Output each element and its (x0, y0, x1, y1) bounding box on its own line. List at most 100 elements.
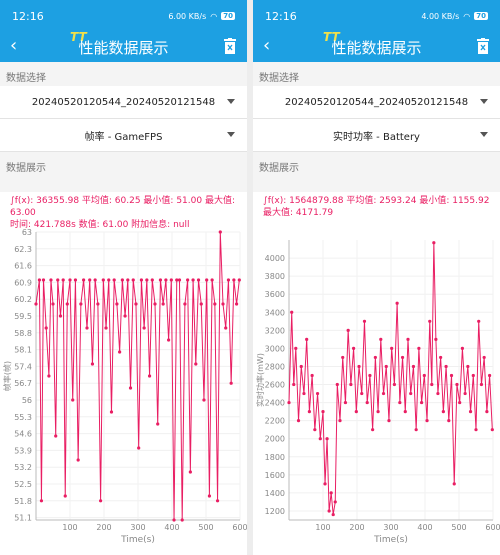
data-point (104, 326, 108, 330)
data-point (352, 346, 356, 350)
y-tick-label: 51.1 (14, 514, 32, 523)
y-tick-label: 55.3 (14, 413, 32, 422)
data-point (186, 278, 190, 282)
data-point (194, 362, 198, 366)
data-point (167, 338, 171, 342)
y-tick-label: 3000 (265, 344, 285, 353)
data-point (229, 381, 233, 385)
file-select-value: 20240520120544_20240520121548 (31, 96, 216, 108)
y-tick-label: 57.4 (14, 362, 32, 371)
data-point (343, 400, 348, 405)
data-point (318, 437, 322, 441)
data-point (85, 326, 89, 330)
y-tick-label: 3200 (265, 326, 285, 335)
y-tick-label: 56.7 (14, 379, 32, 388)
data-point (455, 382, 459, 387)
data-point (365, 400, 369, 405)
metric-select[interactable]: 帧率 - GameFPS (0, 119, 247, 152)
data-point (403, 410, 407, 414)
data-point (183, 302, 187, 306)
data-point (34, 302, 38, 306)
data-point (381, 391, 386, 396)
data-point (444, 364, 448, 369)
battery-icon: 70 (221, 12, 235, 20)
data-point (452, 482, 456, 486)
data-point (432, 241, 436, 245)
power-line-chart[interactable]: 1200 1400 1600 1800 2000 2200 2400 2600 2800 3000… (253, 192, 500, 555)
data-point (128, 386, 133, 390)
data-point (460, 346, 464, 350)
data-point (482, 355, 486, 360)
net-speed: 4.00 KB/s (421, 11, 460, 21)
data-point (379, 337, 383, 341)
dropdown-arrow-icon (480, 132, 488, 137)
file-select[interactable]: 20240520120544_20240520121548 (0, 86, 247, 119)
data-point (207, 494, 211, 498)
data-point (191, 278, 195, 282)
data-point (414, 428, 418, 432)
data-point (371, 428, 375, 432)
data-point (425, 419, 429, 423)
data-point (362, 319, 367, 323)
data-point (205, 278, 209, 282)
y-tick-label: 1200 (265, 507, 285, 516)
net-speed: 6.00 KB/s (168, 11, 207, 21)
data-point (313, 428, 317, 432)
fps-line-chart[interactable]: 51.1 51.8 52.5 53.2 53.9 54.6 55.3 56 56.7 57.4 58… (0, 192, 247, 555)
x-tick-label: 200 (349, 523, 364, 532)
x-axis-label: Time(s) (373, 535, 408, 545)
metric-select[interactable]: 实时功率 - Battery (253, 119, 500, 152)
delete-icon[interactable] (476, 38, 490, 54)
data-point (54, 434, 58, 438)
y-tick-label: 53.9 (14, 446, 32, 455)
data-point (76, 458, 80, 462)
data-point (287, 400, 291, 405)
data-point (131, 278, 135, 282)
data-point (123, 314, 127, 318)
y-tick-label: 62.3 (14, 245, 32, 254)
delete-icon[interactable] (223, 38, 237, 54)
data-point (441, 410, 445, 414)
data-point (323, 482, 327, 486)
data-point (107, 278, 111, 282)
data-point (373, 355, 377, 360)
data-point (88, 278, 92, 282)
right-pane: 12:16 4.00 KB/s ◠ 70 ‹ TT 性能数据展示 数据选择 20… (253, 0, 500, 555)
chart-area[interactable]: ∫f(x): 1564879.88 平均值: 2593.24 最小值: 1155… (253, 192, 500, 555)
data-point (390, 346, 394, 350)
y-tick-label: 3400 (265, 308, 285, 317)
status-bar: 12:16 6.00 KB/s ◠ 70 (0, 0, 247, 32)
y-tick-label: 58.1 (14, 346, 32, 355)
y-tick-label: 1800 (265, 453, 285, 462)
data-point (142, 326, 146, 330)
data-point (175, 278, 179, 282)
y-tick-label: 60.2 (14, 295, 32, 304)
metric-select-value: 实时功率 - Battery (333, 131, 420, 143)
data-point (49, 278, 53, 282)
data-point (120, 278, 124, 282)
data-point (384, 364, 388, 369)
data-point (164, 278, 168, 282)
y-tick-label: 2200 (265, 417, 285, 426)
y-tick-label: 61.6 (14, 262, 32, 271)
file-select[interactable]: 20240520120544_20240520121548 (253, 86, 500, 119)
data-point (329, 491, 333, 495)
metric-select-value: 帧率 - GameFPS (84, 131, 163, 143)
status-time: 12:16 (265, 9, 297, 23)
x-tick-label: 100 (315, 523, 330, 532)
data-point (463, 391, 467, 396)
data-point (47, 374, 51, 378)
y-tick-label: 53.2 (14, 463, 32, 472)
data-point (490, 428, 494, 432)
y-tick-label: 56 (22, 396, 32, 405)
data-point (188, 470, 192, 474)
data-point (139, 278, 143, 282)
data-point (333, 500, 337, 504)
y-tick-label: 54.6 (14, 430, 32, 439)
data-point (199, 302, 203, 306)
data-point (63, 494, 67, 498)
data-point (73, 278, 78, 282)
data-point (118, 350, 122, 354)
chart-area[interactable]: ∫f(x): 36355.98 平均值: 60.25 最小值: 51.00 最大… (0, 192, 247, 555)
data-point (430, 382, 434, 387)
